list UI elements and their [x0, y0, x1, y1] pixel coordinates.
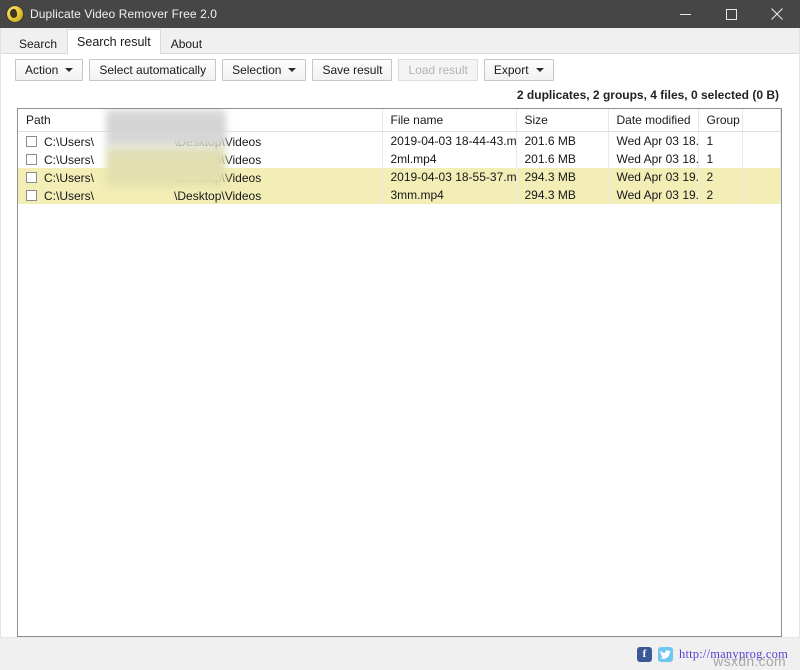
- minimize-icon[interactable]: [662, 0, 708, 28]
- cell-group: 2: [698, 186, 743, 204]
- cell-size: 201.6 MB: [516, 131, 609, 150]
- select-automatically-button[interactable]: Select automatically: [89, 59, 217, 81]
- load-result-button: Load result: [398, 59, 478, 81]
- cell-date-modified: Wed Apr 03 18...: [608, 131, 699, 150]
- maximize-icon[interactable]: [708, 0, 754, 28]
- cell-date-modified: Wed Apr 03 19...: [608, 168, 699, 186]
- cell-file-name: 2019-04-03 18-55-37.mp4: [382, 168, 517, 186]
- cell-filler: [742, 168, 781, 186]
- cell-path[interactable]: C:\Users\ \Desktop\Videos: [18, 150, 383, 168]
- path-suffix: \Desktop\Videos: [174, 134, 262, 149]
- cell-path[interactable]: C:\Users\ \Desktop\Videos: [18, 131, 383, 150]
- title-bar: Duplicate Video Remover Free 2.0: [0, 0, 800, 28]
- table-row[interactable]: C:\Users\ \Desktop\Videos 2019-04-03 18-…: [18, 168, 781, 186]
- cell-filler: [742, 186, 781, 204]
- cell-group: 2: [698, 168, 743, 186]
- column-header-file-name[interactable]: File name: [382, 109, 517, 132]
- action-button-label: Action: [25, 63, 59, 77]
- path-suffix: \Desktop\Videos: [174, 188, 262, 203]
- row-checkbox[interactable]: [26, 189, 37, 201]
- table-row[interactable]: C:\Users\ \Desktop\Videos 2019-04-03 18-…: [18, 131, 781, 150]
- path-prefix: C:\Users\: [44, 134, 95, 149]
- row-checkbox[interactable]: [26, 135, 37, 147]
- column-header-size[interactable]: Size: [516, 109, 609, 132]
- path-prefix: C:\Users\: [44, 152, 95, 167]
- column-header-path[interactable]: Path: [18, 109, 383, 132]
- select-automatically-label: Select automatically: [99, 63, 207, 77]
- close-icon[interactable]: [754, 0, 800, 28]
- path-prefix: C:\Users\: [44, 188, 95, 203]
- row-checkbox[interactable]: [26, 171, 37, 183]
- cell-path[interactable]: C:\Users\ \Desktop\Videos: [18, 168, 383, 186]
- window-controls: [662, 0, 800, 28]
- cell-path[interactable]: C:\Users\ \Desktop\Videos: [18, 186, 383, 204]
- column-header-date-modified[interactable]: Date modified: [608, 109, 699, 132]
- path-suffix: \Desktop\Videos: [174, 152, 262, 167]
- app-disc-icon: [7, 6, 23, 22]
- export-button-label: Export: [493, 63, 529, 77]
- save-result-button[interactable]: Save result: [312, 59, 393, 81]
- cell-size: 201.6 MB: [516, 150, 609, 168]
- save-result-label: Save result: [322, 63, 383, 77]
- row-checkbox[interactable]: [26, 153, 37, 165]
- cell-file-name: 2019-04-03 18-44-43.mp4: [382, 131, 517, 150]
- facebook-icon[interactable]: f: [637, 646, 652, 662]
- column-header-filler: [742, 109, 781, 132]
- column-header-group[interactable]: Group: [698, 109, 743, 132]
- path-prefix: C:\Users\: [44, 170, 95, 185]
- tab-about[interactable]: About: [161, 32, 212, 54]
- chevron-down-icon: [288, 68, 297, 72]
- cell-date-modified: Wed Apr 03 18...: [608, 150, 699, 168]
- table-body: C:\Users\ \Desktop\Videos 2019-04-03 18-…: [18, 131, 781, 204]
- toolbar: Action Select automatically Selection Sa…: [1, 54, 799, 86]
- status-bar: f http://manyprog.com wsxdn.com: [0, 637, 800, 670]
- cell-filler: [742, 150, 781, 168]
- cell-date-modified: Wed Apr 03 19...: [608, 186, 699, 204]
- load-result-label: Load result: [408, 63, 468, 77]
- tab-search[interactable]: Search: [9, 32, 67, 54]
- table-header-row: Path File name Size Date modified Group: [18, 109, 781, 132]
- cell-filler: [742, 131, 781, 150]
- results-table[interactable]: Path File name Size Date modified Group …: [17, 108, 782, 637]
- results-summary: 2 duplicates, 2 groups, 4 files, 0 selec…: [516, 88, 779, 102]
- selection-button-label: Selection: [232, 63, 282, 77]
- selection-button[interactable]: Selection: [222, 59, 307, 81]
- watermark-text: wsxdn.com: [713, 653, 786, 669]
- table-row[interactable]: C:\Users\ \Desktop\Videos 3mm.mp4 294.3 …: [18, 186, 781, 204]
- app-window: Duplicate Video Remover Free 2.0 Search …: [0, 0, 800, 670]
- twitter-icon[interactable]: [658, 646, 673, 662]
- tab-search-result[interactable]: Search result: [67, 29, 161, 54]
- cell-file-name: 3mm.mp4: [382, 186, 517, 204]
- action-button[interactable]: Action: [15, 59, 84, 81]
- table-row[interactable]: C:\Users\ \Desktop\Videos 2ml.mp4 201.6 …: [18, 150, 781, 168]
- cell-size: 294.3 MB: [516, 186, 609, 204]
- cell-size: 294.3 MB: [516, 168, 609, 186]
- export-button[interactable]: Export: [483, 59, 554, 81]
- client-area: Search Search result About Action Select…: [0, 28, 800, 637]
- cell-group: 1: [698, 131, 743, 150]
- path-suffix: \Desktop\Videos: [174, 170, 262, 185]
- chevron-down-icon: [535, 68, 544, 72]
- cell-group: 1: [698, 150, 743, 168]
- chevron-down-icon: [65, 68, 74, 72]
- tab-strip: Search Search result About: [1, 28, 799, 54]
- window-title: Duplicate Video Remover Free 2.0: [30, 7, 218, 21]
- cell-file-name: 2ml.mp4: [382, 150, 517, 168]
